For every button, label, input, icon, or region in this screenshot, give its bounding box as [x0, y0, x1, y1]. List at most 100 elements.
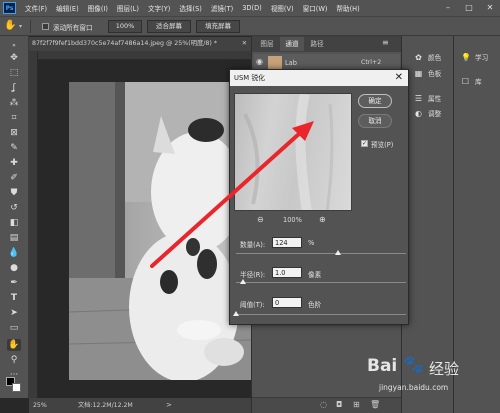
dock-item-color[interactable]: ✿ 颜色 [414, 52, 442, 63]
zoom-in-icon[interactable]: ⊕ [319, 215, 326, 224]
menu-type[interactable]: 文字(Y) [148, 3, 170, 13]
ok-button[interactable]: 确定 [358, 94, 392, 108]
dock-label-properties: 属性 [428, 95, 442, 103]
menu-help[interactable]: 帮助(H) [336, 3, 359, 13]
save-selection-icon[interactable]: ◘ [336, 400, 342, 409]
background-color-swatch[interactable] [12, 383, 21, 392]
threshold-slider-thumb[interactable] [233, 311, 239, 316]
threshold-slider-track[interactable] [236, 314, 406, 315]
healing-brush-tool-icon[interactable]: ✚ [7, 157, 21, 169]
lasso-tool-icon[interactable]: ʆ [7, 82, 21, 94]
marquee-tool-icon[interactable]: ⬚ [7, 67, 21, 79]
preview-checkbox[interactable]: ✓ [361, 140, 368, 147]
pen-tool-icon[interactable]: ✒ [7, 277, 21, 289]
menu-file[interactable]: 文件(F) [25, 3, 47, 13]
toolbar-collapse-icon[interactable]: » [7, 40, 21, 52]
hand-tool-active-icon[interactable]: ✋ [7, 339, 21, 351]
gradient-tool-icon[interactable]: ▤ [7, 232, 21, 244]
divider [30, 20, 31, 33]
library-icon: ☐ [461, 76, 470, 86]
close-window-button[interactable]: ✕ [483, 2, 497, 13]
tool-preset-chevron-icon[interactable]: ▾ [19, 23, 22, 30]
dock-label-swatches: 色板 [428, 70, 442, 78]
move-tool-icon[interactable]: ✥ [7, 52, 21, 64]
menu-window[interactable]: 窗口(W) [303, 3, 328, 13]
delete-channel-icon[interactable]: 🗑 [370, 400, 380, 409]
scroll-all-windows-checkbox[interactable] [42, 23, 49, 30]
eraser-tool-icon[interactable]: ◧ [7, 217, 21, 229]
eyedropper-tool-icon[interactable]: ✎ [7, 142, 21, 154]
ruler-top [29, 51, 251, 60]
type-tool-icon[interactable]: T [7, 292, 21, 304]
dock-item-learn[interactable]: 💡 学习 [461, 52, 488, 63]
visibility-eye-icon[interactable]: ◉ [256, 57, 263, 66]
path-select-tool-icon[interactable]: ➤ [7, 307, 21, 319]
brush-tool-icon[interactable]: ✐ [7, 172, 21, 184]
dodge-tool-icon[interactable]: ● [7, 262, 21, 274]
amount-slider-track[interactable] [236, 253, 406, 254]
radius-slider-thumb[interactable] [239, 279, 246, 284]
options-bar: ✋ ▾ 滚动所有窗口 100% 适合屏幕 填充屏幕 [0, 16, 500, 36]
menu-3d[interactable]: 3D(D) [242, 4, 262, 12]
tab-paths[interactable]: 路径 [305, 37, 329, 51]
threshold-unit: 色阶 [308, 301, 322, 309]
dock-label-library: 库 [475, 78, 482, 86]
crop-tool-icon[interactable]: ⌗ [7, 112, 21, 124]
fit-screen-button[interactable]: 适合屏幕 [147, 20, 191, 33]
maximize-button[interactable]: □ [462, 2, 476, 13]
document-tab[interactable]: 87f2f7f9fef1bdd370c5e74af7486a14.jpeg @ … [29, 37, 251, 51]
photoshop-logo: Ps [3, 2, 16, 14]
menu-filter[interactable]: 滤镜(T) [211, 3, 233, 13]
filter-preview[interactable] [234, 93, 352, 211]
frame-tool-icon[interactable]: ⊠ [7, 127, 21, 139]
amount-input[interactable]: 124 [272, 237, 302, 248]
document-tab-title: 87f2f7f9fef1bdd370c5e74af7486a14.jpeg @ … [32, 40, 218, 47]
zoom-tool-icon[interactable]: ⚲ [7, 354, 21, 366]
dock-item-swatches[interactable]: ▦ 色板 [414, 68, 442, 79]
menu-view[interactable]: 视图(V) [271, 3, 294, 13]
dialog-close-icon[interactable]: ✕ [395, 70, 403, 86]
dock-item-adjustments[interactable]: ◐ 调整 [414, 108, 442, 119]
properties-icon: ☰ [414, 93, 423, 103]
amount-slider-thumb[interactable] [335, 250, 341, 255]
tab-layers[interactable]: 图层 [255, 37, 279, 51]
zoom-level[interactable]: 25% [33, 398, 47, 413]
load-selection-icon[interactable]: ◌ [320, 400, 327, 409]
tab-channels[interactable]: 通道 [280, 37, 304, 51]
dialog-title-bar[interactable]: USM 锐化 ✕ [230, 70, 408, 86]
menu-select[interactable]: 选择(S) [179, 3, 202, 13]
ruler-left [29, 51, 38, 398]
threshold-input[interactable]: 0 [272, 297, 302, 308]
learn-icon: 💡 [461, 52, 471, 62]
quick-select-tool-icon[interactable]: ⁂ [7, 97, 21, 109]
tool-bar: » ✥ ⬚ ʆ ⁂ ⌗ ⊠ ✎ ✚ ✐ ⛊ ↺ ◧ ▤ 💧 ● ✒ T ➤ ▭ … [0, 36, 29, 398]
new-channel-icon[interactable]: ⊞ [353, 400, 360, 409]
dock-item-library[interactable]: ☐ 库 [461, 76, 482, 87]
hand-tool-icon[interactable]: ✋ [4, 20, 16, 31]
rectangle-tool-icon[interactable]: ▭ [7, 322, 21, 334]
history-brush-tool-icon[interactable]: ↺ [7, 202, 21, 214]
zoom-100-button[interactable]: 100% [108, 20, 142, 33]
close-document-icon[interactable]: ✕ [242, 37, 247, 51]
radius-slider-track[interactable] [236, 282, 406, 283]
blur-tool-icon[interactable]: 💧 [7, 247, 21, 259]
dock-label-adjustments: 调整 [428, 110, 442, 118]
threshold-label: 阈值(T): [240, 301, 265, 309]
menu-layer[interactable]: 图层(L) [117, 3, 139, 13]
cat-photo [69, 82, 251, 380]
fill-screen-button[interactable]: 填充屏幕 [196, 20, 240, 33]
dock-label-color: 颜色 [428, 54, 442, 62]
radius-input[interactable]: 1.0 [272, 267, 302, 278]
document-size: 文档:12.2M/12.2M [78, 402, 133, 409]
menu-image[interactable]: 图像(I) [88, 3, 108, 13]
dock-item-properties[interactable]: ☰ 属性 [414, 93, 442, 104]
amount-unit: % [308, 239, 315, 247]
clone-stamp-tool-icon[interactable]: ⛊ [7, 187, 21, 199]
cancel-button[interactable]: 取消 [358, 114, 392, 128]
minimize-button[interactable]: – [441, 2, 455, 13]
menu-edit[interactable]: 编辑(E) [56, 3, 79, 13]
watermark-brand: Bai [367, 356, 398, 376]
status-arrow-icon[interactable]: > [166, 398, 172, 413]
zoom-out-icon[interactable]: ⊖ [257, 215, 264, 224]
panel-menu-icon[interactable]: ≡ [382, 38, 389, 47]
